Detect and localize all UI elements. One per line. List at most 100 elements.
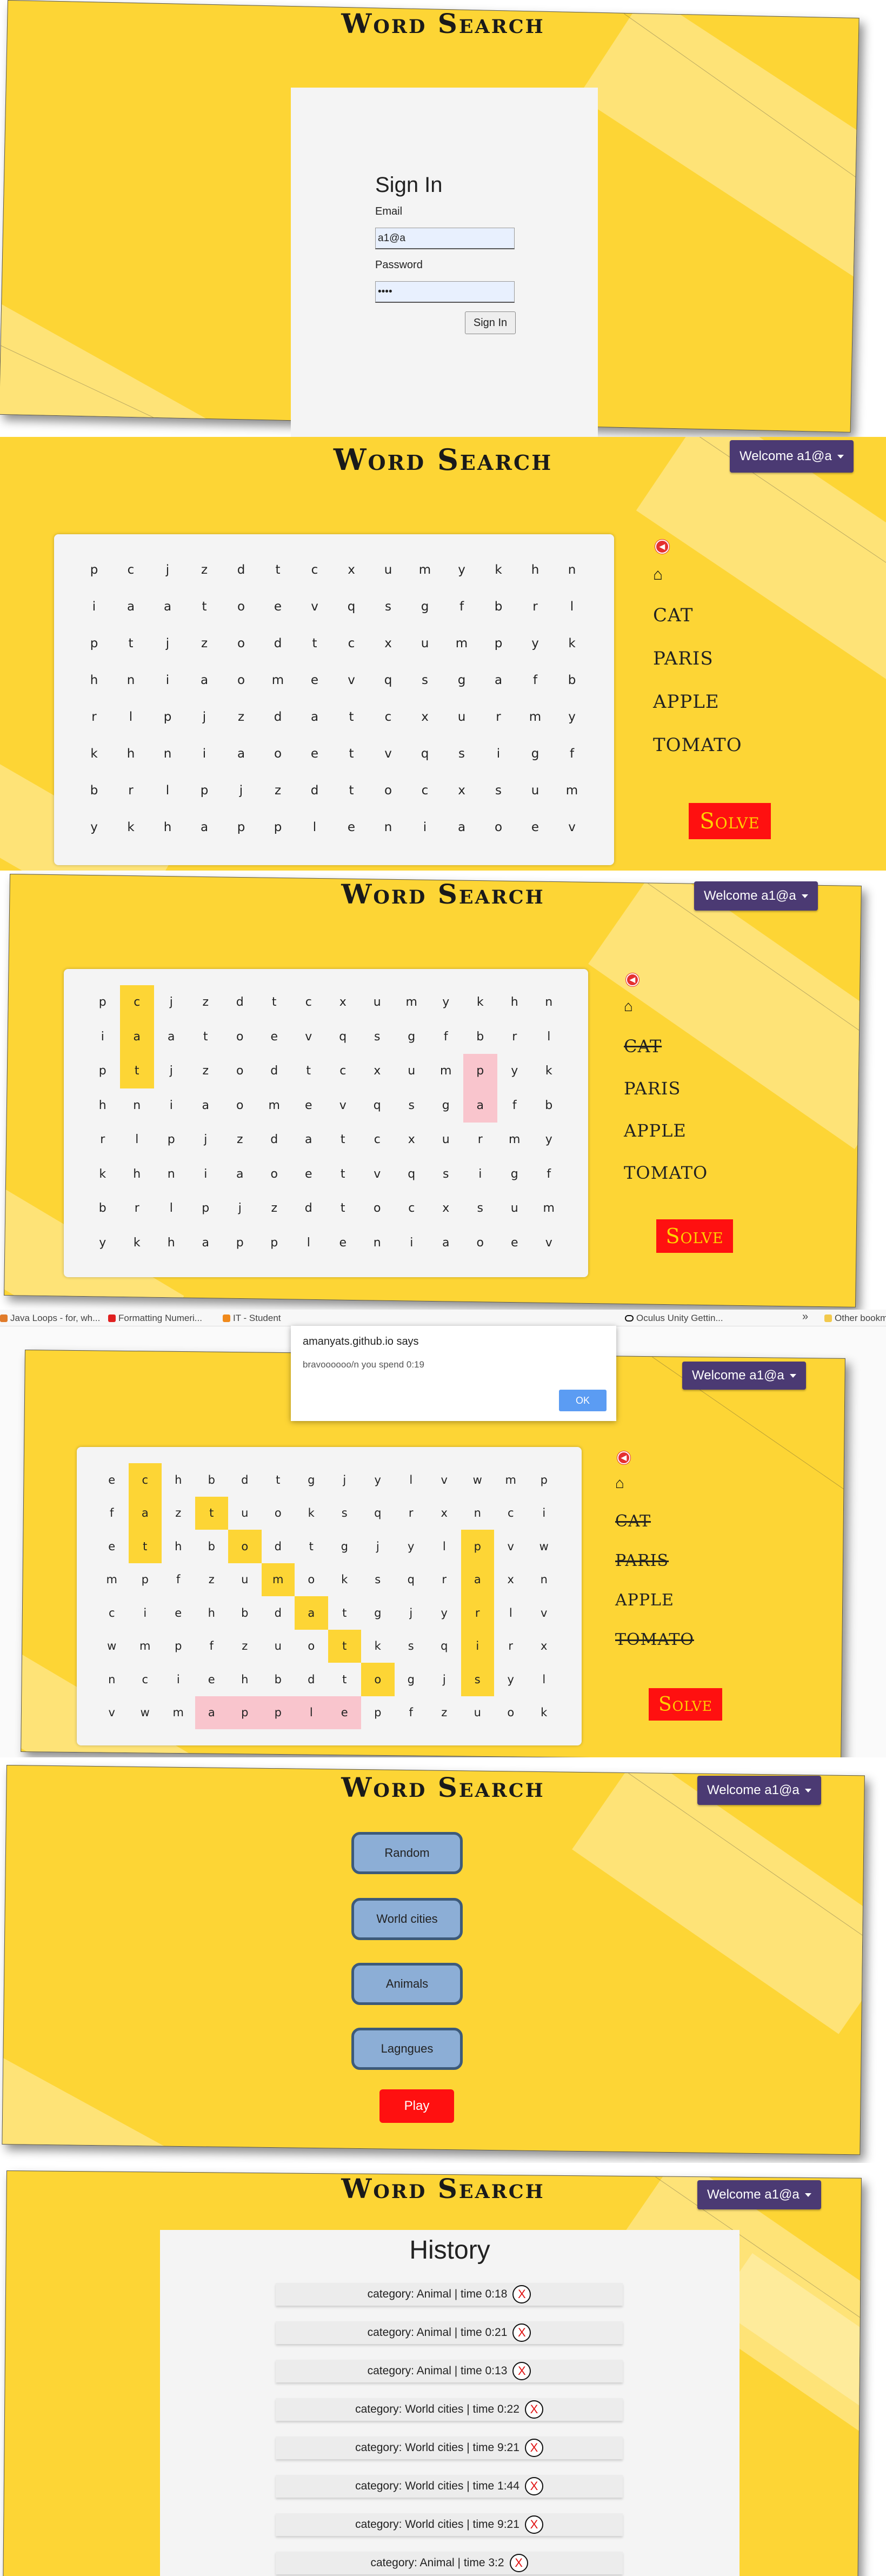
grid-cell[interactable]: o xyxy=(480,809,517,846)
grid-cell[interactable]: l xyxy=(296,809,333,846)
grid-cell[interactable]: k xyxy=(76,735,112,772)
category-animals-button[interactable]: Animals xyxy=(351,1963,463,2005)
grid-cell[interactable]: v xyxy=(360,1157,395,1192)
grid-cell[interactable]: z xyxy=(259,772,296,809)
grid-cell[interactable]: h xyxy=(497,985,532,1020)
grid-cell[interactable]: g xyxy=(395,1663,428,1696)
grid-cell[interactable]: b xyxy=(480,588,517,625)
grid-cell[interactable]: n xyxy=(112,662,149,699)
grid-cell[interactable]: t xyxy=(291,1054,326,1088)
grid-cell[interactable]: i xyxy=(129,1596,162,1630)
grid-cell[interactable]: d xyxy=(223,985,257,1020)
grid-cell[interactable]: w xyxy=(528,1530,561,1563)
delete-entry-button[interactable]: X xyxy=(512,2285,531,2303)
grid-cell[interactable]: a xyxy=(195,1696,228,1729)
grid-cell[interactable]: i xyxy=(149,662,186,699)
grid-cell[interactable]: g xyxy=(517,735,554,772)
grid-cell[interactable]: r xyxy=(120,1191,155,1226)
grid-cell[interactable]: g xyxy=(295,1463,328,1497)
grid-cell[interactable]: j xyxy=(428,1663,461,1696)
grid-cell[interactable]: k xyxy=(85,1157,120,1192)
bookmark-item[interactable]: IT - Student xyxy=(223,1313,281,1324)
grid-cell[interactable]: y xyxy=(497,1054,532,1088)
grid-cell[interactable]: p xyxy=(223,1226,257,1260)
delete-entry-button[interactable]: X xyxy=(512,2323,531,2342)
grid-cell[interactable]: b xyxy=(554,662,590,699)
grid-cell[interactable]: a xyxy=(128,1496,162,1530)
grid-cell[interactable]: b xyxy=(195,1463,229,1497)
grid-cell[interactable]: r xyxy=(480,699,517,735)
grid-cell[interactable]: m xyxy=(532,1191,567,1226)
grid-cell[interactable]: m xyxy=(95,1563,129,1597)
welcome-dropdown[interactable]: Welcome a1@a xyxy=(682,1362,806,1390)
grid-cell[interactable]: e xyxy=(291,1157,326,1192)
grid-cell[interactable]: y xyxy=(361,1463,395,1497)
grid-cell[interactable]: r xyxy=(497,1020,532,1054)
grid-cell[interactable]: s xyxy=(480,772,517,809)
grid-cell[interactable]: h xyxy=(228,1663,262,1696)
solve-button[interactable]: Solve xyxy=(649,1688,722,1721)
grid-cell[interactable]: k xyxy=(120,1226,155,1260)
alert-ok-button[interactable]: OK xyxy=(559,1390,607,1411)
category-world-cities-button[interactable]: World cities xyxy=(351,1898,463,1940)
category-languages-button[interactable]: Lagngues xyxy=(351,2028,463,2070)
grid-cell[interactable]: b xyxy=(463,1020,498,1054)
grid-cell[interactable]: w xyxy=(461,1463,495,1497)
grid-cell[interactable]: p xyxy=(361,1696,395,1730)
grid-cell[interactable]: d xyxy=(223,552,259,588)
signin-button[interactable]: Sign In xyxy=(465,311,516,334)
grid-cell[interactable]: y xyxy=(395,1530,428,1563)
grid-cell[interactable]: o xyxy=(223,588,259,625)
grid-cell[interactable]: s xyxy=(360,1020,395,1054)
grid-cell[interactable]: a xyxy=(480,662,517,699)
grid-cell[interactable]: f xyxy=(395,1696,428,1730)
grid-cell[interactable]: v xyxy=(532,1226,567,1260)
grid-cell[interactable]: t xyxy=(333,735,370,772)
grid-cell[interactable]: q xyxy=(428,1630,461,1663)
grid-cell[interactable]: n xyxy=(120,1088,155,1123)
grid-cell[interactable]: v xyxy=(95,1696,129,1730)
grid-cell[interactable]: m xyxy=(407,552,443,588)
grid-cell[interactable]: g xyxy=(443,662,480,699)
grid-cell[interactable]: s xyxy=(407,662,443,699)
grid-cell[interactable]: a xyxy=(149,588,186,625)
grid-cell[interactable]: q xyxy=(395,1563,428,1597)
welcome-dropdown[interactable]: Welcome a1@a xyxy=(694,881,818,911)
grid-cell[interactable]: e xyxy=(517,809,554,846)
grid-cell[interactable]: u xyxy=(370,552,407,588)
grid-cell[interactable]: n xyxy=(154,1157,189,1192)
grid-cell[interactable]: o xyxy=(463,1226,498,1260)
grid-cell[interactable]: p xyxy=(463,1054,497,1088)
grid-cell[interactable]: v xyxy=(333,662,370,699)
grid-cell[interactable]: h xyxy=(162,1530,195,1563)
grid-cell[interactable]: n xyxy=(532,985,567,1020)
grid-cell[interactable]: s xyxy=(463,1191,498,1226)
grid-cell[interactable]: p xyxy=(261,1696,295,1729)
grid-cell[interactable]: i xyxy=(461,1629,494,1663)
grid-cell[interactable]: e xyxy=(333,809,370,846)
grid-cell[interactable]: s xyxy=(443,735,480,772)
grid-cell[interactable]: m xyxy=(162,1696,195,1730)
play-button[interactable]: Play xyxy=(379,2089,454,2123)
solve-button[interactable]: Solve xyxy=(689,803,771,839)
grid-cell[interactable]: u xyxy=(395,1054,429,1088)
grid-cell[interactable]: t xyxy=(333,699,370,735)
grid-cell[interactable]: h xyxy=(154,1226,189,1260)
grid-cell[interactable]: l xyxy=(112,699,149,735)
grid-cell[interactable]: f xyxy=(95,1497,129,1530)
grid-cell[interactable]: w xyxy=(129,1696,162,1730)
grid-cell[interactable]: a xyxy=(295,1596,328,1630)
grid-cell[interactable]: h xyxy=(149,809,186,846)
grid-cell[interactable]: t xyxy=(328,1596,362,1630)
grid-cell[interactable]: f xyxy=(195,1630,229,1663)
grid-cell[interactable]: v xyxy=(296,588,333,625)
grid-cell[interactable]: r xyxy=(517,588,554,625)
grid-cell[interactable]: d xyxy=(259,699,296,735)
grid-cell[interactable]: c xyxy=(326,1054,361,1088)
grid-cell[interactable]: x xyxy=(395,1123,429,1157)
grid-cell[interactable]: t xyxy=(119,1054,154,1088)
grid-cell[interactable]: y xyxy=(428,1596,461,1630)
grid-cell[interactable]: f xyxy=(497,1088,532,1123)
grid-cell[interactable]: n xyxy=(461,1497,495,1530)
grid-cell[interactable]: u xyxy=(497,1191,532,1226)
